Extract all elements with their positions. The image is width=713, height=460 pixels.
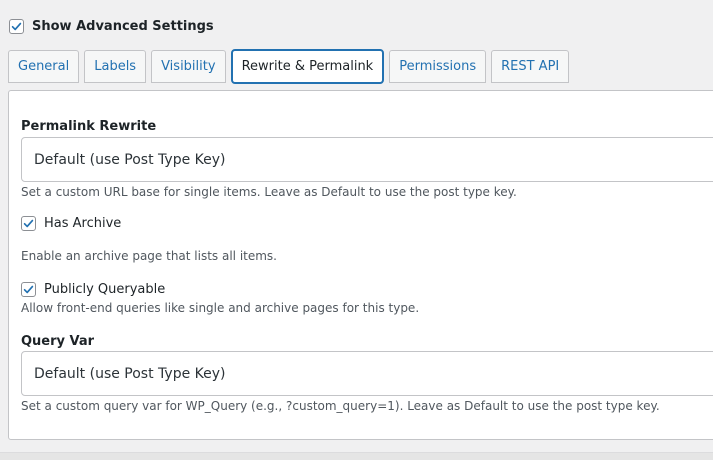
rewrite-permalink-panel: Permalink Rewrite Default (use Post Type… <box>8 90 713 440</box>
show-advanced-label: Show Advanced Settings <box>32 19 214 34</box>
checkmark-icon <box>11 22 22 31</box>
publicly-queryable-label: Publicly Queryable <box>44 282 166 297</box>
permalink-rewrite-description: Set a custom URL base for single items. … <box>21 185 517 199</box>
show-advanced-checkbox[interactable] <box>9 19 24 34</box>
has-archive-checkbox[interactable] <box>21 216 36 231</box>
query-var-select[interactable]: Default (use Post Type Key) <box>21 351 713 396</box>
has-archive-description: Enable an archive page that lists all it… <box>21 249 277 263</box>
query-var-label: Query Var <box>21 334 95 349</box>
checkmark-icon <box>23 219 34 228</box>
query-var-description: Set a custom query var for WP_Query (e.g… <box>21 399 660 413</box>
checkmark-icon <box>23 285 34 294</box>
tab-rest-api[interactable]: REST API <box>491 50 570 83</box>
publicly-queryable-description: Allow front-end queries like single and … <box>21 301 420 315</box>
tab-labels[interactable]: Labels <box>84 50 147 83</box>
publicly-queryable-checkbox[interactable] <box>21 282 36 297</box>
permalink-rewrite-label: Permalink Rewrite <box>21 119 157 134</box>
settings-tabs: General Labels Visibility Rewrite & Perm… <box>8 49 570 84</box>
tab-rewrite-permalink[interactable]: Rewrite & Permalink <box>230 49 385 84</box>
tab-permissions[interactable]: Permissions <box>389 50 487 83</box>
publicly-queryable-option[interactable]: Publicly Queryable <box>21 282 165 297</box>
permalink-rewrite-select[interactable]: Default (use Post Type Key) <box>21 137 713 182</box>
has-archive-option[interactable]: Has Archive <box>21 216 121 231</box>
settings-page: Show Advanced Settings General Labels Vi… <box>0 0 713 460</box>
tab-general[interactable]: General <box>8 50 80 83</box>
has-archive-label: Has Archive <box>44 216 122 231</box>
footer-divider <box>0 452 713 460</box>
tab-visibility[interactable]: Visibility <box>151 50 226 83</box>
show-advanced-settings[interactable]: Show Advanced Settings <box>9 19 214 34</box>
